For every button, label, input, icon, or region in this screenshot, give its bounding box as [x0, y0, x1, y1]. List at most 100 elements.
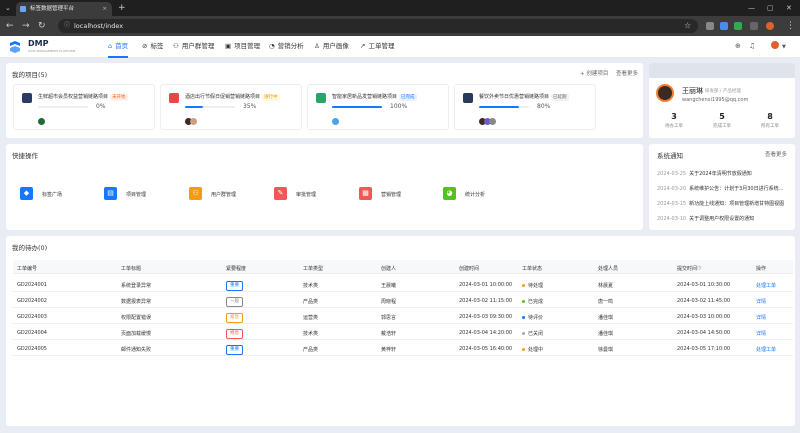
- address-bar-row: ← → ↻ ⓘ localhost/index ☆ ⋮: [0, 16, 800, 36]
- extension-icon[interactable]: [720, 22, 728, 30]
- projects-more-link[interactable]: 查看更多: [616, 69, 638, 77]
- created-time: 2024-03-02 11:15:00: [459, 298, 513, 304]
- created-time: 2024-03-01 10:00:00: [459, 282, 513, 288]
- stat-completed[interactable]: 5 完成工单: [698, 112, 746, 129]
- user-role: 研发部 / 产品经理: [705, 89, 741, 94]
- logo-subtitle: DATA MANAGEMENT PLATFORM: [28, 49, 76, 53]
- project-name: 智能家居新品发营销链路项目: [332, 94, 398, 100]
- stat-pending[interactable]: 3 待办工单: [650, 112, 698, 129]
- nav-user-profile[interactable]: ♙ 用户画像: [314, 36, 349, 58]
- nav-home[interactable]: ⌂ 首页: [108, 36, 129, 58]
- bell-icon[interactable]: ♫: [749, 42, 755, 50]
- column-header: 工单标题: [121, 266, 142, 272]
- progress-label: 0%: [96, 103, 106, 110]
- extensions-puzzle-icon[interactable]: [750, 22, 758, 30]
- marketing-icon: ▦: [359, 187, 372, 200]
- notice-item[interactable]: 2024-03-25 关于2024年清明节放假通知: [657, 170, 752, 177]
- ticket-type: 运营类: [303, 315, 319, 321]
- quick-marketing[interactable]: ▦ 营销管理: [359, 187, 439, 200]
- quick-projects[interactable]: ▤ 项目管理: [104, 187, 184, 200]
- extension-icon[interactable]: [706, 22, 714, 30]
- users-icon: ⚇: [173, 42, 179, 50]
- logo-text: DMP: [28, 39, 49, 48]
- create-project-button[interactable]: + 创建项目: [580, 69, 608, 77]
- close-tab-icon[interactable]: ×: [102, 2, 107, 16]
- notice-item[interactable]: 2024-03-20 系统维护公告：计划于3月30日进行系统...: [657, 185, 787, 192]
- project-card[interactable]: 生鲜超市会员权益营销链路项目 未开始 0%: [13, 84, 155, 130]
- action-button[interactable]: 处理工单: [756, 282, 776, 289]
- action-button[interactable]: 详情: [756, 298, 766, 305]
- nav-projects[interactable]: ▣ 项目管理: [225, 36, 260, 58]
- approve-icon: ✎: [274, 187, 287, 200]
- action-button[interactable]: 处理工单: [756, 346, 776, 353]
- ticket-title: 数据报表异常: [121, 299, 152, 305]
- app-header: DMP DATA MANAGEMENT PLATFORM ⌂ 首页 ⊘ 标签 ⚇ 用户…: [0, 36, 800, 58]
- ticket-title: 邮件通知失败: [121, 347, 152, 353]
- maximize-icon[interactable]: ▢: [767, 2, 774, 14]
- action-button[interactable]: 详情: [756, 314, 766, 321]
- project-icon: [316, 93, 326, 103]
- priority-tag: 紧急: [226, 313, 243, 323]
- browser-tab-bar: ⌄ 标签数据管理平台 × + — ▢ ✕: [0, 0, 800, 16]
- project-card[interactable]: 餐饮外卖节日优惠营销链路项目 已延期 80%: [454, 84, 596, 130]
- browser-menu-icon[interactable]: ⋮: [786, 20, 795, 32]
- quick-stats[interactable]: ◕ 统计分析: [443, 187, 523, 200]
- status-dot: [522, 316, 525, 319]
- status-dot: [522, 300, 525, 303]
- progress-label: 80%: [537, 103, 551, 110]
- column-header: 操作: [756, 266, 767, 272]
- project-icon: ▣: [225, 42, 232, 50]
- status-dot: [522, 332, 525, 335]
- quick-approvals[interactable]: ✎ 审批管理: [274, 187, 354, 200]
- nav-user-groups[interactable]: ⚇ 用户群管理: [173, 36, 214, 58]
- progress-fill: [332, 106, 382, 108]
- progress-bar: [38, 106, 88, 108]
- progress-label: 35%: [243, 103, 257, 110]
- profile-icon[interactable]: [766, 22, 774, 30]
- notice-item[interactable]: 2024-03-15 新功能上线通知：项目管理新增甘特图视图: [657, 200, 787, 207]
- browser-tab[interactable]: 标签数据管理平台 ×: [16, 2, 112, 16]
- back-icon[interactable]: ←: [6, 20, 14, 32]
- table-row: [13, 355, 793, 356]
- projects-title: 我的项目(5): [12, 71, 48, 79]
- column-header: 工单类型: [303, 266, 324, 272]
- creator: 周晓程: [381, 299, 397, 305]
- action-button[interactable]: 详情: [756, 330, 766, 337]
- status-badge: 未开始: [110, 94, 128, 101]
- nav-tags[interactable]: ⊘ 标签: [142, 36, 163, 58]
- globe-icon[interactable]: ⊕: [735, 42, 741, 50]
- creator: 黄梓轩: [381, 347, 397, 353]
- column-header: 工单编号: [17, 266, 38, 272]
- reload-icon[interactable]: ↻: [38, 20, 46, 32]
- project-card[interactable]: 智能家居新品发营销链路项目 已完成 100%: [307, 84, 449, 130]
- forward-icon[interactable]: →: [22, 20, 30, 32]
- chevron-down-icon[interactable]: ▼: [782, 44, 786, 50]
- url-input[interactable]: ⓘ localhost/index: [58, 19, 698, 33]
- avatar: [489, 118, 496, 125]
- nav-marketing-analysis[interactable]: ◔ 营销分析: [269, 36, 304, 58]
- bookmark-star-icon[interactable]: ☆: [684, 20, 691, 32]
- extension-icon[interactable]: [734, 22, 742, 30]
- new-tab-icon[interactable]: +: [118, 2, 126, 14]
- notice-item[interactable]: 2024-03-10 关于调整用户权限设置的通知: [657, 215, 754, 222]
- status-badge: 进行中: [262, 94, 280, 101]
- handler: 潘佳琪: [598, 315, 614, 321]
- ticket-id: GD2024004: [17, 330, 47, 336]
- minimize-icon[interactable]: —: [748, 2, 755, 14]
- created-time: 2024-03-05 16:40:00: [459, 346, 513, 352]
- project-name: 餐饮外卖节日优惠营销链路项目: [479, 94, 550, 100]
- project-card[interactable]: 酒店出行节假日促销营销链路项目 进行中 35%: [160, 84, 302, 130]
- notices-more-link[interactable]: 查看更多: [765, 150, 787, 158]
- status-badge: 已完成: [399, 94, 417, 101]
- tab-search-icon[interactable]: ⌄: [5, 2, 11, 14]
- stat-all[interactable]: 8 所有工单: [746, 112, 794, 129]
- close-window-icon[interactable]: ✕: [786, 2, 792, 14]
- ticket-type: 技术类: [303, 331, 319, 337]
- user-avatar[interactable]: [656, 84, 674, 102]
- site-info-icon[interactable]: ⓘ: [64, 19, 70, 33]
- quick-user-groups[interactable]: ⚇ 用户群管理: [189, 187, 269, 200]
- nav-tickets[interactable]: ↗ 工单管理: [360, 36, 394, 58]
- avatar[interactable]: [770, 40, 780, 50]
- stats-icon: ◕: [443, 187, 456, 200]
- status-badge: 已延期: [551, 94, 569, 101]
